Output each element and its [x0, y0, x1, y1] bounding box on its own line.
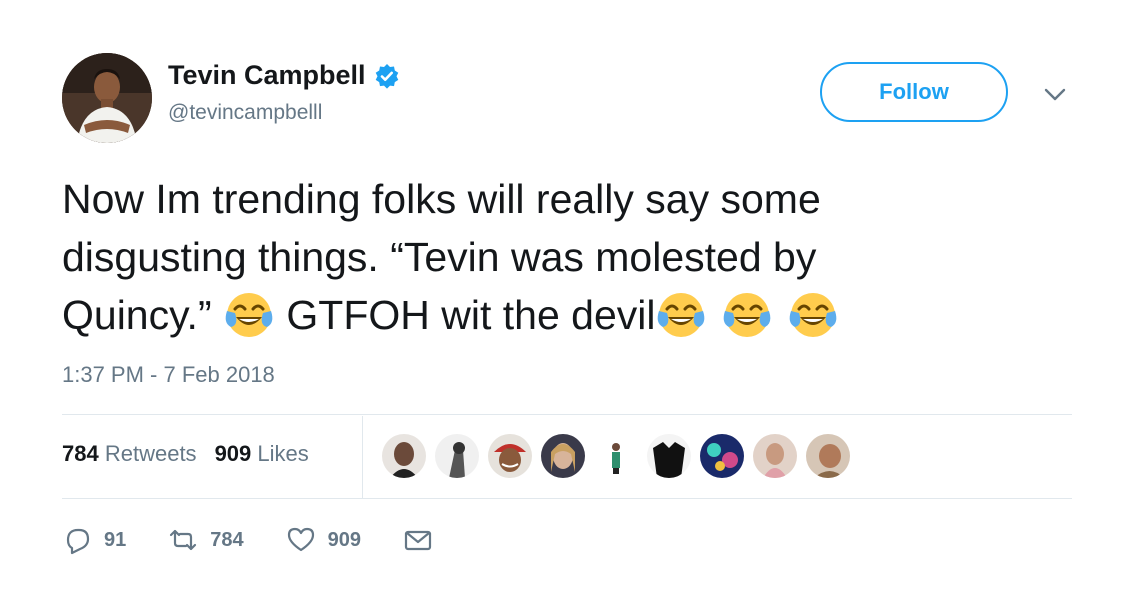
retweets-stat[interactable]: 784 Retweets	[62, 441, 197, 467]
more-options-button[interactable]	[1040, 82, 1070, 106]
liker-avatar[interactable]	[541, 434, 585, 478]
liker-avatar[interactable]	[382, 434, 426, 478]
retweets-label: Retweets	[104, 441, 197, 466]
liker-avatars	[382, 434, 850, 478]
divider	[362, 416, 363, 498]
profile-photo	[62, 53, 152, 143]
verified-badge-icon	[375, 63, 398, 89]
liker-avatar[interactable]	[700, 434, 744, 478]
tweet-actions: 91 784 909	[62, 525, 475, 555]
face-with-tears-of-joy-icon	[787, 289, 839, 341]
reply-button[interactable]: 91	[62, 525, 126, 555]
engagement-stats: 784 Retweets 909 Likes	[62, 441, 309, 467]
tweet-line: disgusting things. “Tevin was molested b…	[62, 234, 817, 280]
liker-avatar[interactable]	[594, 434, 638, 478]
liker-avatar[interactable]	[647, 434, 691, 478]
direct-message-button[interactable]	[403, 525, 433, 555]
retweets-count: 784	[62, 441, 99, 466]
face-with-tears-of-joy-icon	[655, 289, 707, 341]
liker-avatar[interactable]	[435, 434, 479, 478]
heart-icon	[287, 527, 314, 552]
reply-count: 91	[104, 528, 127, 551]
chevron-down-icon	[1044, 88, 1066, 101]
user-handle[interactable]: @tevincampbelll	[168, 101, 322, 125]
tweet-timestamp[interactable]: 1:37 PM - 7 Feb 2018	[62, 362, 275, 388]
tweet-text: Now Im trending folks will really say so…	[62, 170, 1062, 344]
display-name[interactable]: Tevin Campbell	[168, 60, 366, 91]
likes-stat[interactable]: 909 Likes	[215, 441, 309, 467]
retweet-button[interactable]: 784	[168, 525, 244, 555]
liker-avatar[interactable]	[806, 434, 850, 478]
divider	[62, 498, 1072, 499]
like-button[interactable]: 909	[286, 525, 361, 555]
tweet-fragment: Quincy.”	[62, 292, 223, 338]
display-name-row[interactable]: Tevin Campbell	[168, 60, 400, 91]
tweet-fragment: GTFOH wit the devil	[275, 292, 656, 338]
likes-label: Likes	[257, 441, 309, 466]
tweet-line: Quincy.” GTFOH wit the devil	[62, 286, 1062, 344]
envelope-icon	[404, 530, 432, 551]
liker-avatar[interactable]	[488, 434, 532, 478]
like-count: 909	[327, 528, 361, 551]
retweet-count: 784	[210, 528, 244, 551]
follow-button[interactable]: Follow	[820, 62, 1008, 122]
face-with-tears-of-joy-icon	[721, 289, 773, 341]
face-with-tears-of-joy-icon	[223, 289, 275, 341]
likes-count: 909	[214, 441, 252, 466]
retweet-icon	[170, 529, 197, 551]
avatar[interactable]	[62, 53, 152, 143]
reply-icon	[66, 528, 90, 555]
liker-avatar[interactable]	[753, 434, 797, 478]
divider	[62, 414, 1072, 415]
tweet-line: Now Im trending folks will really say so…	[62, 176, 821, 222]
